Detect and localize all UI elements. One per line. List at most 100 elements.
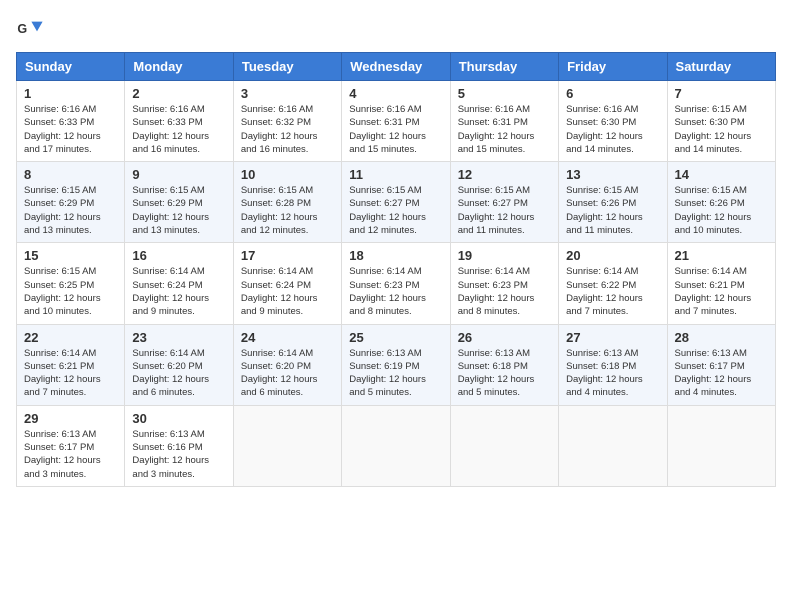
day-number: 27 <box>566 330 659 345</box>
day-cell: 10 Sunrise: 6:15 AM Sunset: 6:28 PM Dayl… <box>233 162 341 243</box>
day-info: Sunrise: 6:14 AM Sunset: 6:20 PM Dayligh… <box>241 347 334 400</box>
day-number: 26 <box>458 330 551 345</box>
week-row-4: 22 Sunrise: 6:14 AM Sunset: 6:21 PM Dayl… <box>17 324 776 405</box>
day-header-saturday: Saturday <box>667 53 775 81</box>
day-info: Sunrise: 6:16 AM Sunset: 6:31 PM Dayligh… <box>458 103 551 156</box>
day-cell: 11 Sunrise: 6:15 AM Sunset: 6:27 PM Dayl… <box>342 162 450 243</box>
day-cell: 19 Sunrise: 6:14 AM Sunset: 6:23 PM Dayl… <box>450 243 558 324</box>
day-info: Sunrise: 6:15 AM Sunset: 6:27 PM Dayligh… <box>349 184 442 237</box>
day-cell: 17 Sunrise: 6:14 AM Sunset: 6:24 PM Dayl… <box>233 243 341 324</box>
day-cell: 30 Sunrise: 6:13 AM Sunset: 6:16 PM Dayl… <box>125 405 233 486</box>
header: G <box>16 16 776 44</box>
day-cell <box>667 405 775 486</box>
day-cell: 26 Sunrise: 6:13 AM Sunset: 6:18 PM Dayl… <box>450 324 558 405</box>
day-info: Sunrise: 6:13 AM Sunset: 6:19 PM Dayligh… <box>349 347 442 400</box>
day-number: 3 <box>241 86 334 101</box>
day-header-friday: Friday <box>559 53 667 81</box>
day-number: 12 <box>458 167 551 182</box>
day-number: 6 <box>566 86 659 101</box>
day-cell: 23 Sunrise: 6:14 AM Sunset: 6:20 PM Dayl… <box>125 324 233 405</box>
day-cell: 1 Sunrise: 6:16 AM Sunset: 6:33 PM Dayli… <box>17 81 125 162</box>
day-cell: 20 Sunrise: 6:14 AM Sunset: 6:22 PM Dayl… <box>559 243 667 324</box>
day-number: 20 <box>566 248 659 263</box>
day-info: Sunrise: 6:14 AM Sunset: 6:20 PM Dayligh… <box>132 347 225 400</box>
day-number: 17 <box>241 248 334 263</box>
day-info: Sunrise: 6:13 AM Sunset: 6:17 PM Dayligh… <box>24 428 117 481</box>
day-info: Sunrise: 6:15 AM Sunset: 6:30 PM Dayligh… <box>675 103 768 156</box>
day-info: Sunrise: 6:14 AM Sunset: 6:23 PM Dayligh… <box>458 265 551 318</box>
day-number: 15 <box>24 248 117 263</box>
day-info: Sunrise: 6:15 AM Sunset: 6:27 PM Dayligh… <box>458 184 551 237</box>
day-info: Sunrise: 6:14 AM Sunset: 6:21 PM Dayligh… <box>675 265 768 318</box>
day-info: Sunrise: 6:16 AM Sunset: 6:30 PM Dayligh… <box>566 103 659 156</box>
day-number: 23 <box>132 330 225 345</box>
day-info: Sunrise: 6:16 AM Sunset: 6:33 PM Dayligh… <box>24 103 117 156</box>
day-info: Sunrise: 6:15 AM Sunset: 6:29 PM Dayligh… <box>24 184 117 237</box>
day-cell: 18 Sunrise: 6:14 AM Sunset: 6:23 PM Dayl… <box>342 243 450 324</box>
day-number: 25 <box>349 330 442 345</box>
day-cell: 22 Sunrise: 6:14 AM Sunset: 6:21 PM Dayl… <box>17 324 125 405</box>
day-header-monday: Monday <box>125 53 233 81</box>
day-header-thursday: Thursday <box>450 53 558 81</box>
day-number: 7 <box>675 86 768 101</box>
day-cell: 13 Sunrise: 6:15 AM Sunset: 6:26 PM Dayl… <box>559 162 667 243</box>
day-number: 5 <box>458 86 551 101</box>
day-number: 9 <box>132 167 225 182</box>
day-number: 11 <box>349 167 442 182</box>
day-cell <box>342 405 450 486</box>
day-info: Sunrise: 6:14 AM Sunset: 6:21 PM Dayligh… <box>24 347 117 400</box>
day-cell <box>559 405 667 486</box>
day-number: 22 <box>24 330 117 345</box>
day-number: 28 <box>675 330 768 345</box>
day-info: Sunrise: 6:15 AM Sunset: 6:28 PM Dayligh… <box>241 184 334 237</box>
day-cell: 25 Sunrise: 6:13 AM Sunset: 6:19 PM Dayl… <box>342 324 450 405</box>
day-cell: 14 Sunrise: 6:15 AM Sunset: 6:26 PM Dayl… <box>667 162 775 243</box>
day-number: 16 <box>132 248 225 263</box>
week-row-3: 15 Sunrise: 6:15 AM Sunset: 6:25 PM Dayl… <box>17 243 776 324</box>
day-cell: 5 Sunrise: 6:16 AM Sunset: 6:31 PM Dayli… <box>450 81 558 162</box>
day-number: 30 <box>132 411 225 426</box>
day-info: Sunrise: 6:13 AM Sunset: 6:16 PM Dayligh… <box>132 428 225 481</box>
day-number: 4 <box>349 86 442 101</box>
day-info: Sunrise: 6:14 AM Sunset: 6:22 PM Dayligh… <box>566 265 659 318</box>
day-cell: 29 Sunrise: 6:13 AM Sunset: 6:17 PM Dayl… <box>17 405 125 486</box>
day-info: Sunrise: 6:13 AM Sunset: 6:18 PM Dayligh… <box>566 347 659 400</box>
day-header-sunday: Sunday <box>17 53 125 81</box>
calendar-table: SundayMondayTuesdayWednesdayThursdayFrid… <box>16 52 776 487</box>
day-cell: 21 Sunrise: 6:14 AM Sunset: 6:21 PM Dayl… <box>667 243 775 324</box>
day-cell: 27 Sunrise: 6:13 AM Sunset: 6:18 PM Dayl… <box>559 324 667 405</box>
day-cell <box>233 405 341 486</box>
day-cell: 4 Sunrise: 6:16 AM Sunset: 6:31 PM Dayli… <box>342 81 450 162</box>
svg-text:G: G <box>17 22 27 36</box>
day-header-tuesday: Tuesday <box>233 53 341 81</box>
day-number: 13 <box>566 167 659 182</box>
day-number: 29 <box>24 411 117 426</box>
day-number: 14 <box>675 167 768 182</box>
day-cell <box>450 405 558 486</box>
day-info: Sunrise: 6:13 AM Sunset: 6:17 PM Dayligh… <box>675 347 768 400</box>
day-cell: 3 Sunrise: 6:16 AM Sunset: 6:32 PM Dayli… <box>233 81 341 162</box>
day-cell: 15 Sunrise: 6:15 AM Sunset: 6:25 PM Dayl… <box>17 243 125 324</box>
day-cell: 6 Sunrise: 6:16 AM Sunset: 6:30 PM Dayli… <box>559 81 667 162</box>
logo: G <box>16 16 48 44</box>
day-number: 2 <box>132 86 225 101</box>
day-info: Sunrise: 6:16 AM Sunset: 6:33 PM Dayligh… <box>132 103 225 156</box>
day-info: Sunrise: 6:16 AM Sunset: 6:32 PM Dayligh… <box>241 103 334 156</box>
day-cell: 24 Sunrise: 6:14 AM Sunset: 6:20 PM Dayl… <box>233 324 341 405</box>
day-info: Sunrise: 6:15 AM Sunset: 6:25 PM Dayligh… <box>24 265 117 318</box>
day-cell: 9 Sunrise: 6:15 AM Sunset: 6:29 PM Dayli… <box>125 162 233 243</box>
day-cell: 2 Sunrise: 6:16 AM Sunset: 6:33 PM Dayli… <box>125 81 233 162</box>
day-number: 8 <box>24 167 117 182</box>
day-header-wednesday: Wednesday <box>342 53 450 81</box>
day-cell: 7 Sunrise: 6:15 AM Sunset: 6:30 PM Dayli… <box>667 81 775 162</box>
day-cell: 16 Sunrise: 6:14 AM Sunset: 6:24 PM Dayl… <box>125 243 233 324</box>
logo-icon: G <box>16 16 44 44</box>
day-cell: 28 Sunrise: 6:13 AM Sunset: 6:17 PM Dayl… <box>667 324 775 405</box>
day-number: 19 <box>458 248 551 263</box>
week-row-5: 29 Sunrise: 6:13 AM Sunset: 6:17 PM Dayl… <box>17 405 776 486</box>
day-info: Sunrise: 6:15 AM Sunset: 6:26 PM Dayligh… <box>566 184 659 237</box>
day-info: Sunrise: 6:15 AM Sunset: 6:29 PM Dayligh… <box>132 184 225 237</box>
day-number: 24 <box>241 330 334 345</box>
day-number: 1 <box>24 86 117 101</box>
day-info: Sunrise: 6:16 AM Sunset: 6:31 PM Dayligh… <box>349 103 442 156</box>
